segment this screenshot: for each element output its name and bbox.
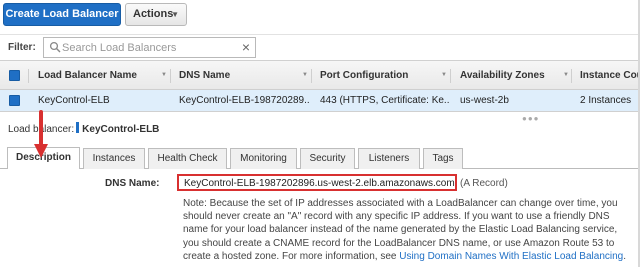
resize-handle[interactable]: ●●● [522, 114, 540, 123]
create-load-balancer-button[interactable]: Create Load Balancer [3, 3, 121, 26]
load-balancer-title: Load balancer: KeyControl-ELB [8, 122, 159, 135]
dns-name-value[interactable]: KeyControl-ELB-1987202896.us-west-2.elb.… [184, 178, 455, 189]
note-link[interactable]: Using Domain Names With Elastic Load Bal… [399, 251, 623, 262]
load-balancer-table: Load Balancer Name ▼ DNS Name ▼ Port Con… [0, 60, 640, 112]
column-divider [170, 69, 171, 83]
cell-instances: 2 Instances [580, 95, 632, 106]
column-divider [28, 69, 29, 83]
description-panel: DNS Name: KeyControl-ELB-1987202896.us-w… [0, 170, 640, 267]
tab-tags[interactable]: Tags [423, 148, 463, 169]
sort-icon[interactable]: ▼ [302, 72, 308, 78]
filter-label: Filter: [8, 42, 36, 53]
cell-zones: us-west-2b [460, 95, 509, 106]
search-input[interactable] [62, 40, 232, 55]
dns-record-type: (A Record) [460, 178, 508, 189]
arrow-down-icon [34, 110, 48, 158]
tab-listeners[interactable]: Listeners [358, 148, 420, 169]
table-header: Load Balancer Name ▼ DNS Name ▼ Port Con… [0, 61, 640, 90]
sort-icon[interactable]: ▼ [563, 72, 569, 78]
lb-name: KeyControl-ELB [82, 124, 160, 135]
tab-security[interactable]: Security [300, 148, 355, 169]
detail-tabs: Description Instances Health Check Monit… [0, 145, 640, 169]
cell-port: 443 (HTTPS, Certificate: Ke... [320, 95, 450, 106]
sort-icon[interactable]: ▼ [441, 72, 447, 78]
table-row[interactable]: KeyControl-ELB KeyControl-ELB-198720289.… [0, 90, 640, 111]
column-header-zones[interactable]: Availability Zones [460, 61, 570, 89]
tab-instances[interactable]: Instances [83, 148, 145, 169]
column-header-instances[interactable]: Instance Cou [580, 61, 640, 89]
search-box[interactable]: × [43, 37, 256, 58]
lb-marker [76, 122, 80, 133]
row-checkbox[interactable] [9, 95, 20, 106]
note-end: . [623, 250, 627, 262]
close-icon[interactable]: × [242, 39, 250, 55]
chevron-down-icon: ▼ [171, 10, 179, 19]
column-divider [571, 69, 572, 83]
actions-button[interactable]: Actions ▼ [125, 3, 187, 26]
toolbar: Create Load Balancer Actions ▼ [0, 0, 640, 34]
column-divider [311, 69, 312, 83]
column-header-name[interactable]: Load Balancer Name [38, 61, 168, 89]
search-icon [49, 41, 61, 53]
select-all-checkbox[interactable] [9, 70, 20, 81]
column-header-port[interactable]: Port Configuration [320, 61, 450, 89]
cell-dns: KeyControl-ELB-198720289... [179, 95, 309, 106]
dns-name-label: DNS Name: [105, 178, 160, 189]
column-divider [450, 69, 451, 83]
sort-icon[interactable]: ▼ [161, 72, 167, 78]
dns-note: Note: Because the set of IP addresses as… [183, 197, 628, 263]
column-header-dns[interactable]: DNS Name [179, 61, 309, 89]
tab-health-check[interactable]: Health Check [148, 148, 227, 169]
tab-monitoring[interactable]: Monitoring [230, 148, 297, 169]
cell-name: KeyControl-ELB [38, 95, 110, 106]
filter-bar: Filter: × [0, 34, 640, 60]
actions-label: Actions [133, 8, 174, 20]
